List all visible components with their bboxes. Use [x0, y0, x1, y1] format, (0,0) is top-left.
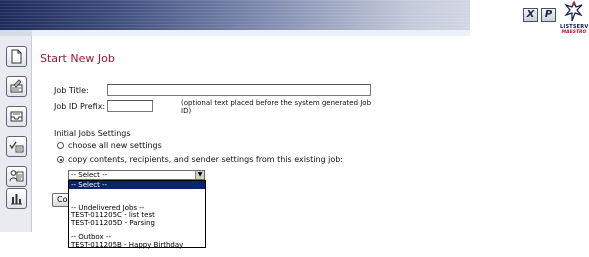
- sidebar-item-new-job[interactable]: [6, 46, 27, 67]
- page-title: Start New Job: [40, 52, 115, 65]
- radio-new-settings-label[interactable]: choose all new settings: [68, 141, 162, 150]
- logo-subwordmark: MAESTRO: [561, 30, 587, 35]
- job-id-prefix-label: Job ID Prefix:: [54, 102, 106, 111]
- bar-chart-icon: [11, 194, 22, 205]
- edit-list-icon: [10, 79, 23, 93]
- job-select-dropdown[interactable]: -- Select -- -- Undelivered Jobs -- TEST…: [68, 180, 206, 249]
- chevron-down-icon[interactable]: ▼: [195, 171, 204, 179]
- sidebar: [0, 36, 32, 232]
- existing-job-select[interactable]: -- Select -- ▼: [68, 170, 205, 180]
- dropdown-option[interactable]: TEST-011205D - Parsing: [69, 219, 205, 227]
- job-title-input[interactable]: [107, 84, 371, 96]
- new-page-icon: [11, 49, 22, 64]
- users-icon: [9, 170, 24, 182]
- close-button[interactable]: X: [523, 8, 538, 22]
- listserv-maestro-logo: LISTSERV MAESTRO: [560, 1, 588, 37]
- sidebar-item-recipients[interactable]: [6, 166, 27, 187]
- radio-new-settings[interactable]: [57, 142, 64, 149]
- header-sub-strip: [32, 30, 470, 36]
- sidebar-item-jobs[interactable]: [6, 76, 27, 97]
- radio-copy-settings-label[interactable]: copy contents, recipients, and sender se…: [68, 155, 343, 164]
- sidebar-item-outbox[interactable]: [6, 106, 27, 127]
- dropdown-option[interactable]: -- Select --: [69, 181, 205, 189]
- existing-job-select-value: -- Select --: [71, 171, 108, 179]
- settings-heading: Initial Jobs Settings: [54, 129, 131, 138]
- dropdown-option[interactable]: [69, 189, 205, 197]
- dropdown-option[interactable]: -- Outbox --: [69, 233, 205, 241]
- outbox-tray-icon: [10, 111, 23, 122]
- prefix-hint-text: (optional text placed before the system …: [181, 99, 372, 115]
- maestro-figure-icon: [564, 1, 583, 22]
- print-button[interactable]: P: [541, 8, 556, 22]
- radio-copy-settings[interactable]: [57, 156, 64, 163]
- checklist-icon: [9, 141, 24, 153]
- dropdown-option[interactable]: TEST-011205B - Happy Birthday: [69, 241, 205, 249]
- sidebar-item-tasks[interactable]: [6, 136, 27, 157]
- job-title-label: Job Title:: [54, 86, 89, 95]
- sidebar-item-reports[interactable]: [6, 188, 27, 209]
- dropdown-option[interactable]: TEST-011205C - list test: [69, 211, 205, 219]
- job-id-prefix-input[interactable]: [107, 100, 153, 112]
